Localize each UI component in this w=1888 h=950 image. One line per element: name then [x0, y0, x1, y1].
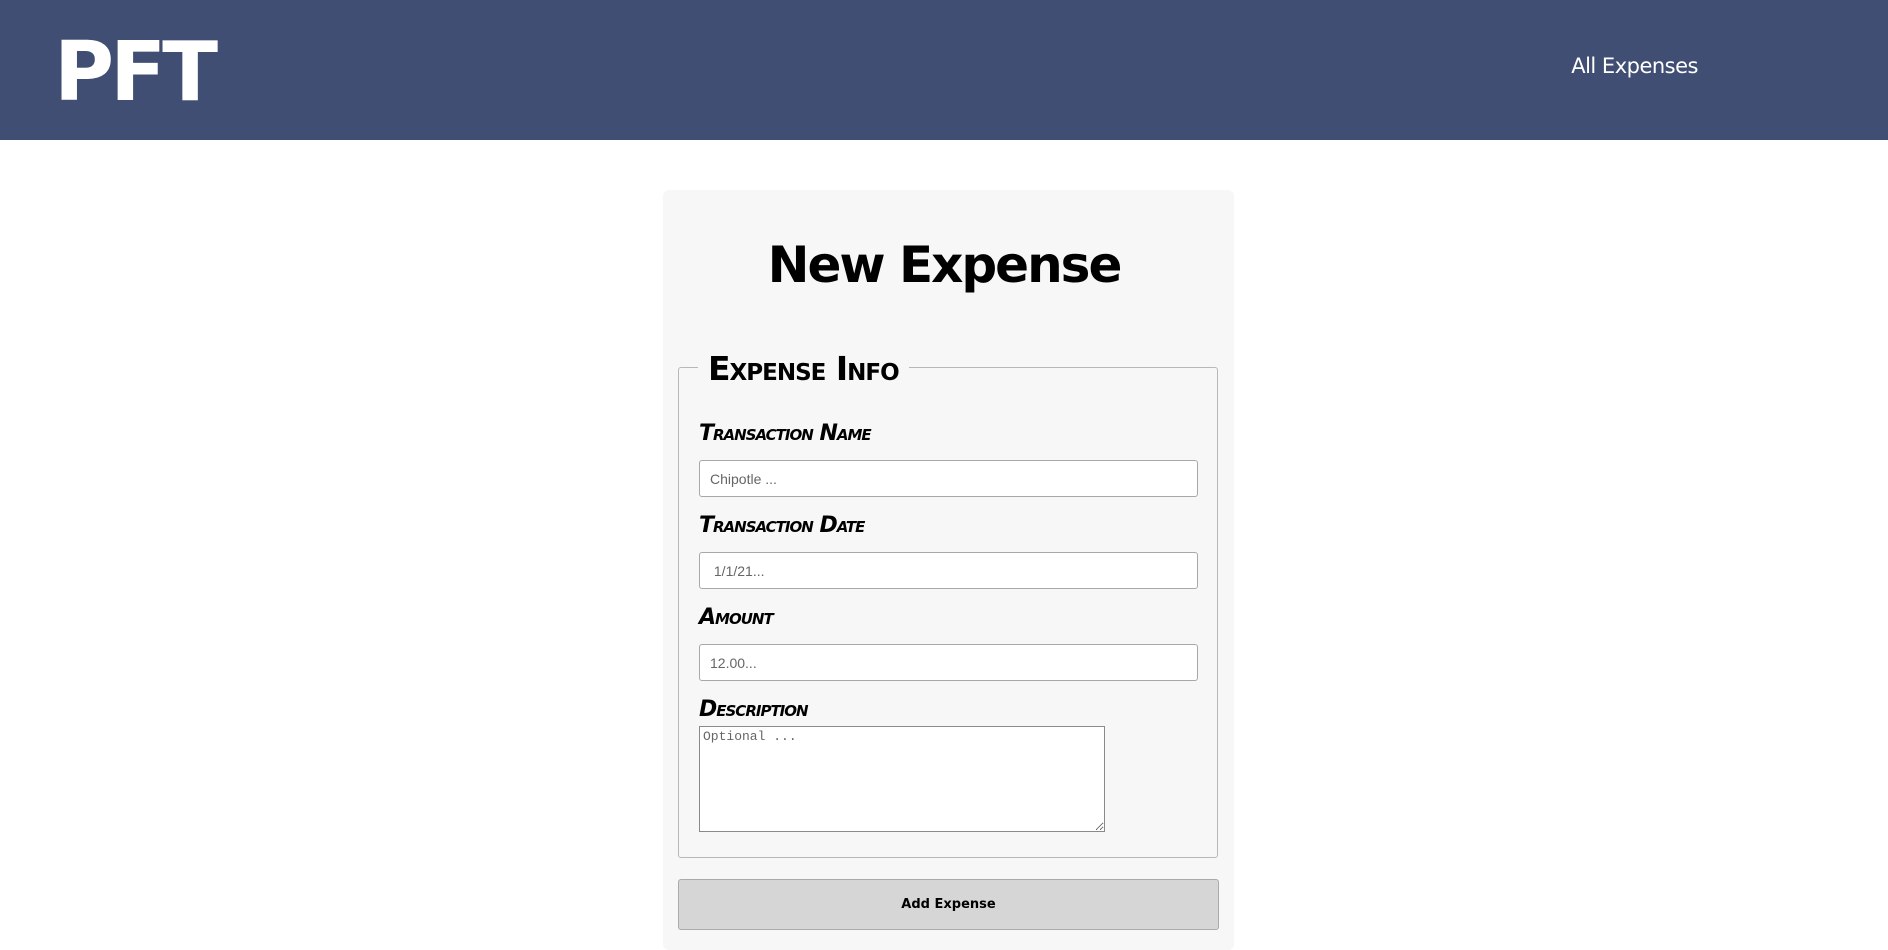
transaction-name-input[interactable]: [699, 460, 1198, 497]
add-expense-button[interactable]: Add Expense: [678, 879, 1219, 930]
amount-label: Amount: [699, 605, 774, 630]
transaction-name-label: Transaction Name: [699, 421, 872, 446]
transaction-date-input[interactable]: [699, 552, 1198, 589]
amount-input[interactable]: [699, 644, 1198, 681]
top-header: PFT All Expenses: [0, 0, 1888, 140]
fieldset-legend: Expense Info: [698, 346, 909, 392]
description-label: Description: [699, 697, 809, 722]
description-textarea[interactable]: [699, 726, 1105, 832]
app-logo[interactable]: PFT: [54, 28, 218, 118]
page-title: New Expense: [767, 236, 1123, 294]
transaction-date-label: Transaction Date: [699, 513, 865, 538]
nav-link-all-expenses[interactable]: All Expenses: [1571, 54, 1698, 78]
